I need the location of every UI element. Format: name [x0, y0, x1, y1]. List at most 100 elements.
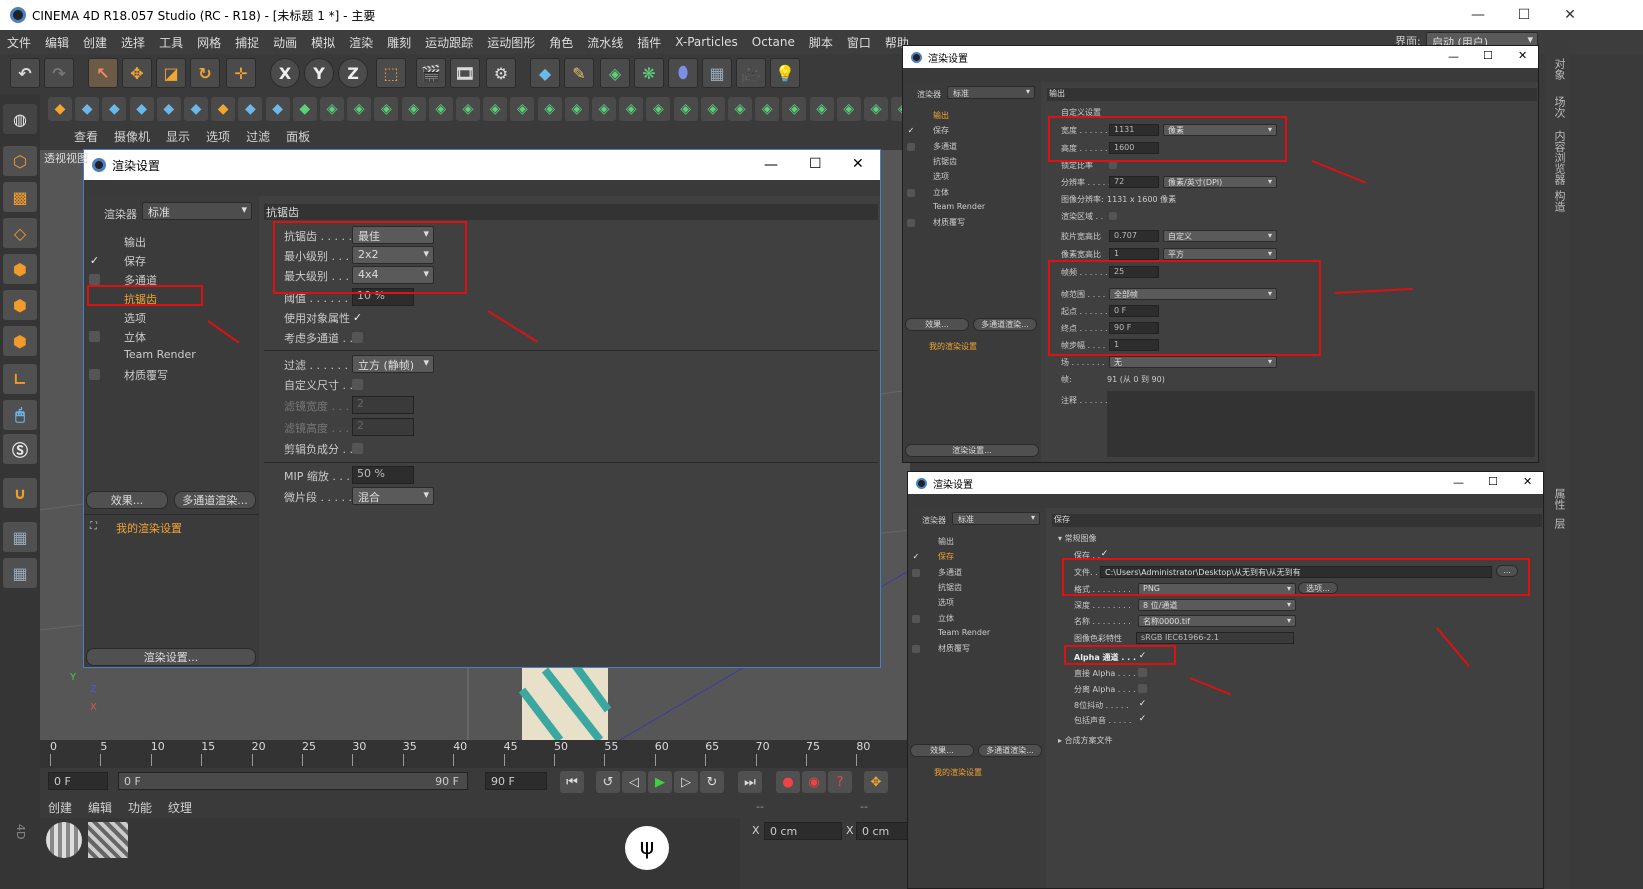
settings-item[interactable]: 多通道	[933, 141, 957, 152]
timeline-ruler[interactable]: 0510152025303540455055606570758085	[40, 740, 921, 768]
right-tab[interactable]: 内容浏览器	[1547, 130, 1567, 185]
plugin-tool-icon[interactable]: ◈	[564, 97, 589, 121]
close-button[interactable]: ✕	[1518, 49, 1527, 62]
planar-workplane-icon[interactable]: ▦	[3, 558, 37, 588]
right-tab[interactable]: 场次	[1547, 96, 1567, 118]
viewport-menu-item[interactable]: 面板	[286, 128, 310, 145]
plugin-tool-icon[interactable]: ◆	[292, 97, 317, 121]
snap-icon[interactable]: Ⓢ	[3, 434, 37, 464]
settings-checkbox[interactable]	[89, 331, 100, 342]
settings-checkbox[interactable]	[912, 568, 920, 577]
menu-item[interactable]: 网格	[197, 34, 221, 51]
tweak-icon[interactable]: 🖱	[3, 400, 37, 430]
settings-item[interactable]: 选项	[938, 597, 954, 608]
output-select[interactable]: 无	[1109, 356, 1277, 368]
aa-checkbox[interactable]	[352, 332, 363, 343]
plugin-tool-icon[interactable]: ◈	[483, 97, 508, 121]
menu-item[interactable]: 流水线	[587, 34, 623, 51]
viewport-menu-item[interactable]: 摄像机	[114, 128, 150, 145]
scale-tool-icon[interactable]: ◪	[156, 58, 186, 88]
output-number-field[interactable]: 72	[1109, 176, 1159, 188]
texture-mode-icon[interactable]: ▩	[3, 182, 37, 212]
settings-item[interactable]: 抗锯齿	[933, 156, 957, 167]
menu-item[interactable]: 工具	[159, 34, 183, 51]
plugin-tool-icon[interactable]: ◈	[809, 97, 834, 121]
close-button[interactable]: ✕	[1523, 475, 1532, 488]
notes-textarea[interactable]	[1107, 391, 1535, 457]
globe-icon[interactable]: ◍	[3, 104, 37, 134]
aa-checkbox[interactable]	[352, 379, 363, 390]
my-render-settings[interactable]: 我的渲染设置	[934, 767, 982, 778]
plugin-tool-icon[interactable]: ◈	[320, 97, 344, 121]
x-axis-button[interactable]: X	[270, 58, 300, 88]
settings-item[interactable]: Team Render	[933, 202, 985, 211]
settings-checkbox[interactable]: ✓	[912, 553, 920, 561]
output-unit-select[interactable]: 像素/英寸(DPI)	[1163, 176, 1277, 188]
settings-item[interactable]: 材质覆写	[933, 217, 965, 228]
right-tab[interactable]: 对象	[1547, 58, 1567, 80]
my-render-settings[interactable]: 我的渲染设置	[116, 520, 182, 536]
plugin-tool-icon[interactable]: ◈	[728, 97, 752, 121]
menu-item[interactable]: 渲染	[349, 34, 373, 51]
settings-item[interactable]: 保存	[933, 125, 949, 136]
settings-item[interactable]: 材质覆写	[938, 643, 970, 654]
plugin-tool-icon[interactable]: ◈	[673, 97, 698, 121]
plugin-tool-icon[interactable]: ◆	[75, 97, 100, 121]
plugin-tool-icon[interactable]: ◆	[211, 97, 236, 121]
camera-icon[interactable]: 🎥	[736, 58, 766, 88]
menu-item[interactable]: 捕捉	[235, 34, 259, 51]
plugin-tool-icon[interactable]: ◆	[102, 97, 127, 121]
effects-button[interactable]: 效果...	[910, 744, 974, 757]
effects-button[interactable]: 效果...	[905, 318, 969, 331]
menu-item[interactable]: 创建	[83, 34, 107, 51]
axis-icon[interactable]: ∟	[3, 364, 37, 394]
output-number-field[interactable]: 1	[1109, 248, 1159, 260]
aa-select[interactable]: 混合	[352, 487, 434, 505]
aa-checkbox[interactable]: ✓	[352, 312, 363, 323]
play-icon[interactable]: ▶	[648, 771, 672, 793]
material-menu-item[interactable]: 功能	[128, 799, 152, 816]
minimize-button[interactable]: —	[764, 157, 778, 173]
output-unit-select[interactable]: 平方	[1163, 248, 1277, 260]
menu-item[interactable]: 角色	[549, 34, 573, 51]
maximize-button[interactable]: ☐	[809, 156, 822, 172]
plugin-tool-icon[interactable]: ◈	[374, 97, 399, 121]
settings-item[interactable]: 选项	[124, 310, 146, 326]
move-key-icon[interactable]: ✥	[864, 771, 888, 793]
material-preview-icon[interactable]	[88, 822, 128, 858]
end-frame-field[interactable]: 90 F	[485, 772, 547, 790]
menu-item[interactable]: X-Particles	[675, 35, 738, 49]
viewport-menu-item[interactable]: 查看	[74, 128, 98, 145]
previous-key-icon[interactable]: ↺	[596, 771, 620, 793]
save-checkbox[interactable]	[1138, 684, 1147, 693]
go-to-start-icon[interactable]: ⏮	[560, 771, 584, 793]
plugin-tool-icon[interactable]: ◈	[401, 97, 426, 121]
aa-number-field[interactable]: 2	[352, 396, 414, 414]
output-unit-select[interactable]: 自定义	[1163, 230, 1277, 242]
plugin-tool-icon[interactable]: ◈	[755, 97, 780, 121]
output-checkbox[interactable]	[1109, 161, 1117, 169]
plugin-tool-icon[interactable]: ◈	[510, 97, 535, 121]
plugin-tool-icon[interactable]: ◆	[48, 97, 72, 121]
y-axis-button[interactable]: Y	[304, 58, 334, 88]
next-key-icon[interactable]: ↻	[700, 771, 724, 793]
settings-checkbox[interactable]	[912, 614, 920, 623]
menu-item[interactable]: 雕刻	[387, 34, 411, 51]
pen-icon[interactable]: ✎	[564, 58, 594, 88]
multipass-button[interactable]: 多通道渲染...	[174, 491, 256, 509]
next-frame-icon[interactable]: ▷	[674, 771, 698, 793]
cube-icon[interactable]: ◆	[530, 58, 560, 88]
renderer-select[interactable]: 标准	[142, 202, 252, 220]
settings-checkbox[interactable]	[907, 188, 915, 197]
select-tool-icon[interactable]: ↖	[88, 58, 118, 88]
array-icon[interactable]: ❋	[634, 58, 664, 88]
menu-item[interactable]: 编辑	[45, 34, 69, 51]
settings-item[interactable]: 选项	[933, 171, 949, 182]
record-icon[interactable]: ●	[776, 771, 800, 793]
settings-checkbox[interactable]	[89, 274, 100, 285]
render-settings-button[interactable]: 渲染设置...	[905, 444, 1039, 457]
coord-x-field[interactable]: 0 cm	[764, 822, 842, 840]
magnet-icon[interactable]: ∪	[3, 478, 37, 508]
settings-item[interactable]: Team Render	[938, 628, 990, 637]
keyframe-help-icon[interactable]: ?	[828, 771, 852, 793]
